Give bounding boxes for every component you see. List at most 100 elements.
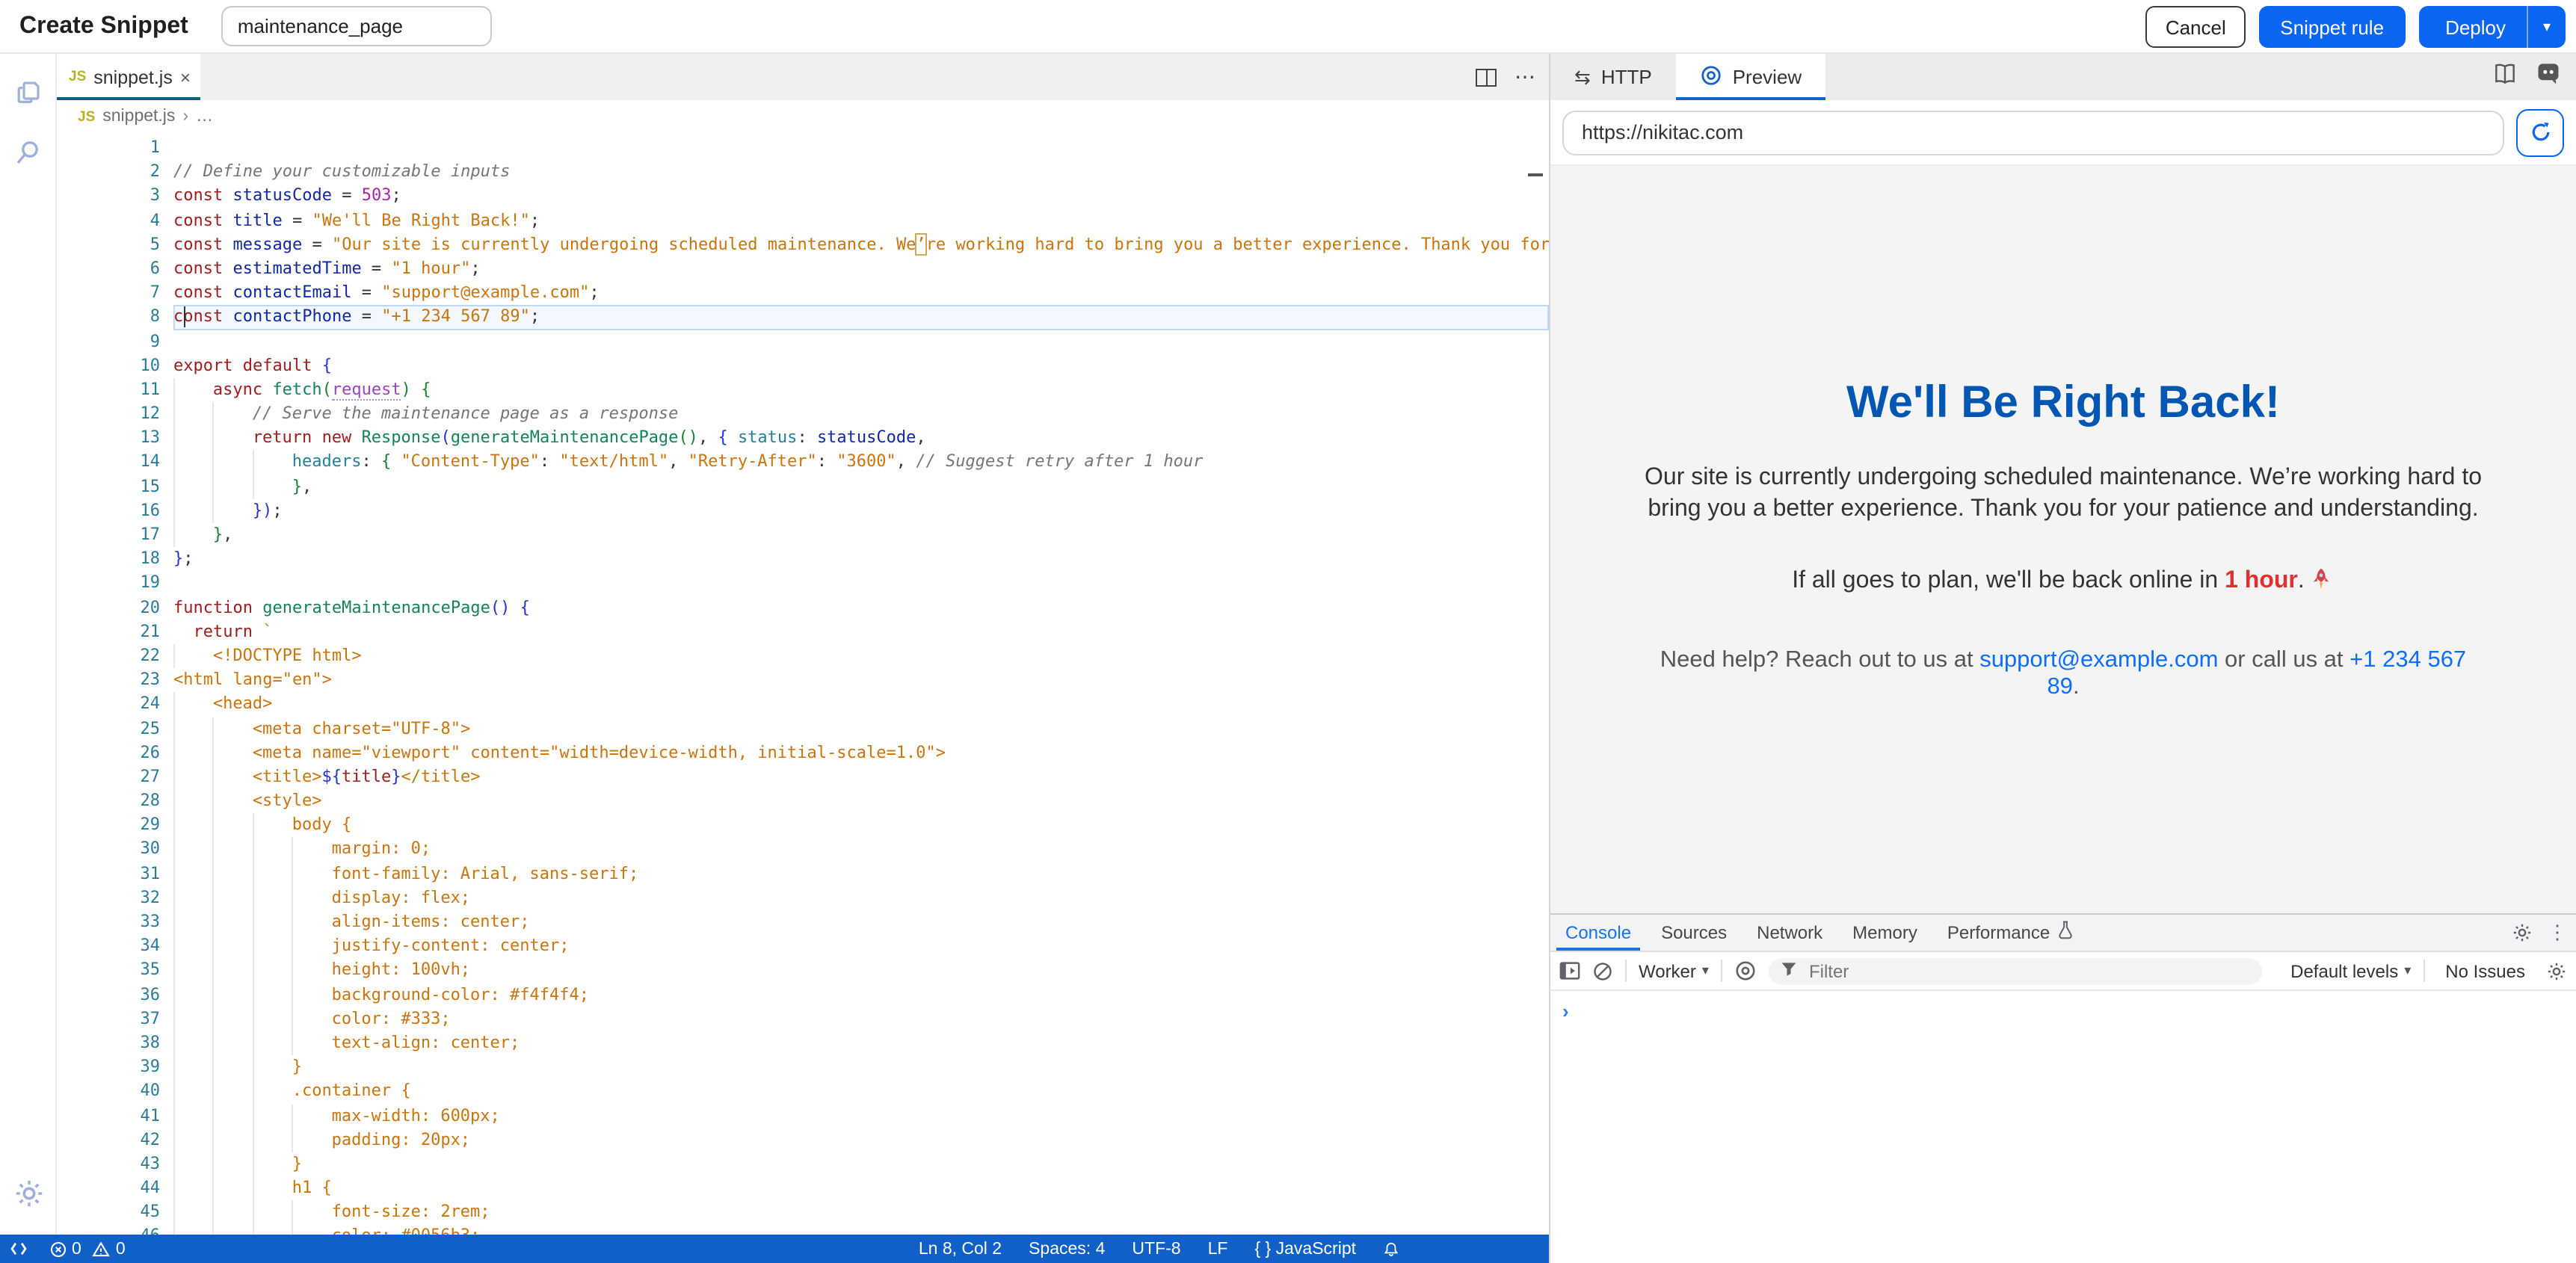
- code-line[interactable]: 13return new Response(generateMaintenanc…: [57, 427, 1549, 451]
- split-editor-icon[interactable]: [1476, 68, 1497, 86]
- code-line[interactable]: 9: [57, 330, 1549, 353]
- code-line[interactable]: 44h1 {: [57, 1176, 1549, 1200]
- reload-button[interactable]: [2516, 108, 2564, 156]
- breadcrumb-file[interactable]: snippet.js: [102, 108, 175, 126]
- console-output[interactable]: ›: [1550, 991, 2576, 1263]
- code-line[interactable]: 39}: [57, 1055, 1549, 1079]
- code-line[interactable]: 15},: [57, 475, 1549, 498]
- breadcrumb-more[interactable]: …: [196, 108, 213, 126]
- code-line[interactable]: 4const title = "We'll Be Right Back!";: [57, 209, 1549, 232]
- tab-preview[interactable]: Preview: [1676, 54, 1826, 100]
- deploy-dropdown-caret-icon[interactable]: ▾: [2528, 19, 2566, 35]
- support-email-link[interactable]: support@example.com: [1979, 647, 2218, 673]
- code-line[interactable]: 28<style>: [57, 789, 1549, 813]
- encoding-setting[interactable]: UTF-8: [1132, 1240, 1180, 1258]
- code-line[interactable]: 18};: [57, 547, 1549, 571]
- code-line[interactable]: 35height: 100vh;: [57, 959, 1549, 983]
- maintenance-page: We'll Be Right Back! Our site is current…: [1615, 348, 2512, 731]
- tab-memory[interactable]: Memory: [1837, 915, 1932, 951]
- breadcrumb[interactable]: JS snippet.js › …: [57, 100, 1549, 133]
- cancel-button[interactable]: Cancel: [2145, 6, 2246, 48]
- snippet-rule-button[interactable]: Snippet rule: [2259, 6, 2405, 48]
- docs-book-icon[interactable]: [2492, 62, 2518, 92]
- code-line[interactable]: 41max-width: 600px;: [57, 1104, 1549, 1128]
- console-prompt-chevron[interactable]: ›: [1562, 1000, 1569, 1022]
- tab-console[interactable]: Console: [1550, 915, 1646, 951]
- code-line[interactable]: 10export default {: [57, 353, 1549, 377]
- context-selector[interactable]: Worker▾: [1639, 960, 1709, 981]
- code-line[interactable]: 34justify-content: center;: [57, 934, 1549, 958]
- line-number: 26: [57, 741, 160, 765]
- code-line[interactable]: 42padding: 20px;: [57, 1128, 1549, 1152]
- code-lines[interactable]: 12// Define your customizable inputs3con…: [57, 133, 1549, 1235]
- indent-setting[interactable]: Spaces: 4: [1029, 1240, 1105, 1258]
- deploy-button[interactable]: Deploy: [2418, 16, 2527, 38]
- tab-performance[interactable]: Performance: [1932, 915, 2089, 951]
- cursor-position[interactable]: Ln 8, Col 2: [919, 1240, 1002, 1258]
- top-header: Create Snippet Cancel Snippet rule Deplo…: [0, 0, 2576, 54]
- issues-status[interactable]: No Issues: [2445, 960, 2525, 981]
- code-line[interactable]: 6const estimatedTime = "1 hour";: [57, 257, 1549, 281]
- code-line[interactable]: 46color: #0056b3;: [57, 1225, 1549, 1235]
- code-line[interactable]: 8const contactPhone = "+1 234 567 89";: [57, 306, 1549, 330]
- tab-close-icon[interactable]: ×: [180, 67, 191, 87]
- search-icon[interactable]: [0, 123, 57, 182]
- files-icon[interactable]: [0, 63, 57, 123]
- code-line[interactable]: 43}: [57, 1152, 1549, 1176]
- eta-value: 1 hour: [2225, 568, 2298, 593]
- language-mode[interactable]: { } JavaScript: [1254, 1240, 1356, 1258]
- more-actions-icon[interactable]: ⋯: [1515, 64, 1537, 90]
- tab-snippet-js[interactable]: JS snippet.js ×: [57, 54, 200, 100]
- code-line[interactable]: 21 return `: [57, 620, 1549, 644]
- line-number: 28: [57, 789, 160, 813]
- filter-input[interactable]: [1806, 959, 2250, 983]
- code-line[interactable]: 22<!DOCTYPE html>: [57, 644, 1549, 668]
- url-input[interactable]: [1562, 110, 2504, 155]
- devtools-settings-gear-icon[interactable]: [2512, 922, 2533, 943]
- code-line[interactable]: 20function generateMaintenancePage() {: [57, 596, 1549, 620]
- code-line[interactable]: 36background-color: #f4f4f4;: [57, 983, 1549, 1007]
- tab-network[interactable]: Network: [1742, 915, 1837, 951]
- code-line[interactable]: 24<head>: [57, 693, 1549, 717]
- code-line[interactable]: 7const contactEmail = "support@example.c…: [57, 281, 1549, 305]
- live-expression-eye-icon[interactable]: [1734, 960, 1757, 982]
- discord-chat-icon[interactable]: [2536, 61, 2561, 93]
- settings-gear-icon[interactable]: [0, 1163, 57, 1223]
- code-line[interactable]: 30margin: 0;: [57, 838, 1549, 862]
- tab-sources[interactable]: Sources: [1646, 915, 1742, 951]
- snippet-name-input[interactable]: [221, 6, 492, 46]
- code-line[interactable]: 1: [57, 136, 1549, 160]
- code-line[interactable]: 37color: #333;: [57, 1007, 1549, 1031]
- code-line[interactable]: 5const message = "Our site is currently …: [57, 233, 1549, 257]
- code-line[interactable]: 26<meta name="viewport" content="width=d…: [57, 741, 1549, 765]
- problems-indicator[interactable]: 0 0: [49, 1240, 126, 1258]
- code-line[interactable]: 19: [57, 572, 1549, 596]
- code-line[interactable]: 33align-items: center;: [57, 910, 1549, 934]
- console-settings-gear-icon[interactable]: [2546, 960, 2567, 981]
- code-line[interactable]: 45font-size: 2rem;: [57, 1201, 1549, 1225]
- code-line[interactable]: 27<title>${title}</title>: [57, 765, 1549, 789]
- code-line[interactable]: 23<html lang="en">: [57, 668, 1549, 692]
- console-sidebar-toggle-icon[interactable]: [1559, 961, 1580, 981]
- kebab-menu-icon[interactable]: ⋮: [2548, 921, 2567, 945]
- code-line[interactable]: 32display: flex;: [57, 886, 1549, 910]
- remote-indicator-icon[interactable]: [9, 1239, 28, 1259]
- code-line[interactable]: 29body {: [57, 814, 1549, 838]
- code-line[interactable]: 25<meta charset="UTF-8">: [57, 717, 1549, 741]
- code-line[interactable]: 31font-family: Arial, sans-serif;: [57, 862, 1549, 886]
- code-line[interactable]: 3const statusCode = 503;: [57, 185, 1549, 209]
- clear-console-icon[interactable]: [1592, 960, 1613, 981]
- eol-setting[interactable]: LF: [1208, 1240, 1228, 1258]
- tab-http[interactable]: ⇆ HTTP: [1550, 54, 1676, 100]
- activity-bar: [0, 54, 57, 1235]
- log-levels-dropdown[interactable]: Default levels▾: [2290, 960, 2411, 981]
- code-line[interactable]: 14headers: { "Content-Type": "text/html"…: [57, 451, 1549, 475]
- code-line[interactable]: 11async fetch(request) {: [57, 378, 1549, 402]
- code-line[interactable]: 38text-align: center;: [57, 1031, 1549, 1055]
- code-line[interactable]: 40.container {: [57, 1080, 1549, 1104]
- code-line[interactable]: 2// Define your customizable inputs: [57, 160, 1549, 184]
- code-line[interactable]: 12// Serve the maintenance page as a res…: [57, 402, 1549, 426]
- code-line[interactable]: 17},: [57, 523, 1549, 547]
- code-line[interactable]: 16});: [57, 499, 1549, 523]
- notifications-bell-icon[interactable]: [1383, 1240, 1399, 1258]
